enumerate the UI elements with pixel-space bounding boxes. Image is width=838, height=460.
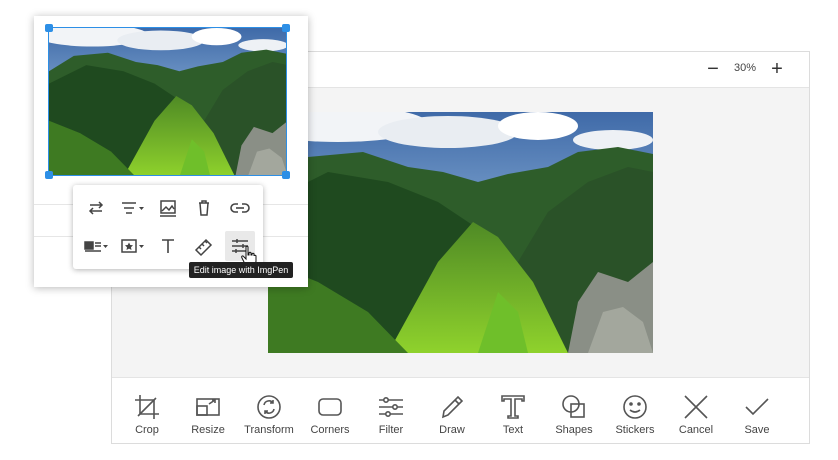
tool-save[interactable]: Save [727, 392, 787, 436]
delete-icon [199, 200, 209, 216]
tool-transform[interactable]: Transform [239, 392, 299, 436]
tool-shapes[interactable]: Shapes [544, 392, 604, 436]
tool-text[interactable]: Text [483, 392, 543, 436]
display-icon [84, 241, 108, 252]
shapes-icon [562, 395, 585, 418]
tool-label: Corners [310, 424, 350, 436]
tool-label: Draw [439, 424, 465, 436]
tool-corners[interactable]: Corners [300, 392, 360, 436]
tool-cancel[interactable]: Cancel [666, 392, 726, 436]
alternative-text-button[interactable] [153, 231, 183, 261]
resize-handle-top-left[interactable] [45, 24, 53, 32]
tool-stickers[interactable]: Stickers [605, 392, 665, 436]
tool-filter[interactable]: Filter [361, 392, 421, 436]
style-icon [121, 239, 144, 253]
tool-label: Filter [378, 424, 404, 436]
resize-handle-top-right[interactable] [282, 24, 290, 32]
text-icon [501, 395, 525, 419]
selected-image-photo [49, 28, 286, 175]
tool-label: Crop [135, 424, 159, 436]
cancel-icon [684, 395, 708, 419]
resize-icon [196, 398, 220, 416]
draw-icon [441, 395, 464, 419]
replace-image-button[interactable] [81, 193, 111, 223]
crop-icon [135, 395, 159, 419]
replace-icon [88, 201, 104, 215]
remove-image-button[interactable] [189, 193, 219, 223]
selected-image[interactable] [45, 24, 290, 179]
align-dropdown-button[interactable] [117, 193, 147, 223]
tool-bar: Crop Resize Transform Corners Filter Dra… [112, 377, 809, 444]
size-icon [194, 238, 213, 257]
tool-label: Shapes [555, 424, 593, 436]
tool-label: Cancel [678, 424, 714, 436]
change-size-button[interactable] [189, 231, 219, 261]
resize-handle-bottom-right[interactable] [282, 171, 290, 179]
tool-crop[interactable]: Crop [117, 392, 177, 436]
display-dropdown-button[interactable] [81, 231, 111, 261]
zoom-in-button[interactable]: + [766, 58, 788, 80]
align-icon [122, 202, 144, 214]
image-popup-toolbar [73, 185, 263, 269]
filter-icon [379, 397, 403, 417]
image-alt-icon [160, 200, 176, 217]
stickers-icon [623, 395, 647, 419]
save-icon [745, 398, 769, 416]
zoom-level: 30% [733, 62, 757, 74]
editing-image[interactable] [268, 112, 653, 353]
edit-image-tooltip: Edit image with ImgPen [189, 262, 293, 278]
tool-label: Transform [244, 424, 294, 436]
style-dropdown-button[interactable] [117, 231, 147, 261]
link-icon [230, 203, 250, 213]
corners-icon [318, 398, 342, 416]
tool-draw[interactable]: Draw [422, 392, 482, 436]
tool-label: Save [744, 424, 770, 436]
tool-resize[interactable]: Resize [178, 392, 238, 436]
tool-label: Text [502, 424, 524, 436]
tool-label: Resize [191, 424, 225, 436]
alt-text-icon [162, 239, 174, 253]
image-alt-button[interactable] [153, 193, 183, 223]
resize-handle-bottom-left[interactable] [45, 171, 53, 179]
transform-icon [257, 395, 281, 419]
zoom-out-button[interactable]: − [702, 58, 724, 80]
insert-link-button[interactable] [225, 193, 255, 223]
tool-label: Stickers [615, 424, 655, 436]
